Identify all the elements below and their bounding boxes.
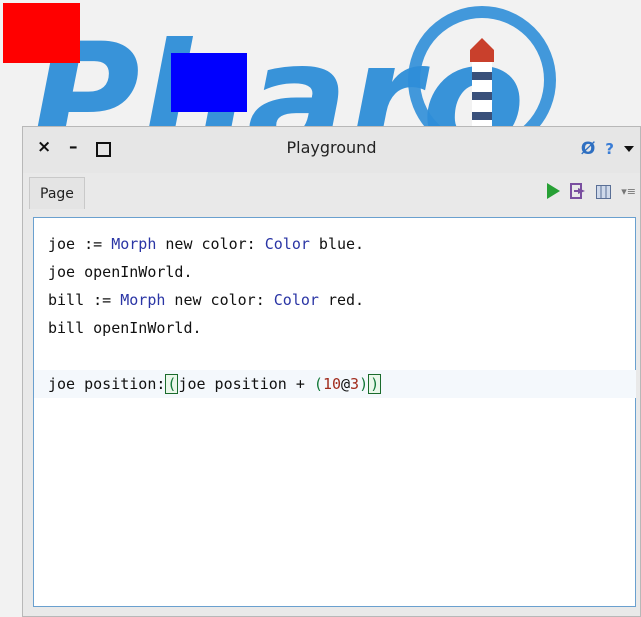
code-token: ): [359, 375, 369, 393]
code-line[interactable]: joe position:(joe position + (10@3)): [34, 370, 636, 398]
help-icon[interactable]: ?: [605, 140, 614, 158]
tab-bar: Page ▾≡: [23, 173, 640, 211]
code-token: blue.: [309, 235, 365, 253]
code-token: joe :=: [48, 235, 112, 253]
code-editor[interactable]: joe := Morph new color: Color blue. joe o…: [33, 217, 636, 607]
code-token: @: [341, 375, 351, 393]
code-token: 3: [350, 375, 360, 393]
code-line[interactable]: bill openInWorld.: [48, 314, 635, 342]
code-token: Color: [264, 235, 310, 253]
window-menu-icon[interactable]: [624, 146, 634, 152]
columns-icon[interactable]: [596, 184, 612, 199]
code-token: joe position:: [48, 375, 166, 393]
window-title: Playground: [286, 138, 377, 157]
code-token: ): [368, 374, 382, 394]
code-line[interactable]: joe openInWorld.: [48, 258, 635, 286]
window-titlebar[interactable]: × – Playground Ø ?: [23, 127, 640, 173]
code-token: joe position +: [178, 375, 314, 393]
code-text[interactable]: joe := Morph new color: Color blue. joe o…: [34, 218, 636, 398]
lighthouse-icon: [470, 38, 494, 130]
tab-page[interactable]: Page: [29, 177, 85, 209]
code-token: new color:: [165, 291, 274, 309]
tab-menu-icon[interactable]: ▾≡: [621, 185, 636, 198]
code-token: new color:: [156, 235, 265, 253]
code-token: Morph: [111, 235, 157, 253]
code-token: joe openInWorld.: [48, 263, 193, 281]
code-token: (: [165, 374, 179, 394]
code-token: Color: [273, 291, 319, 309]
code-token: bill :=: [48, 291, 121, 309]
code-line[interactable]: [48, 342, 635, 370]
code-token: (: [313, 375, 323, 393]
run-icon[interactable]: [547, 183, 561, 199]
code-token: bill openInWorld.: [48, 319, 202, 337]
code-token: Morph: [120, 291, 166, 309]
red-morph[interactable]: [3, 3, 80, 63]
refresh-icon[interactable]: Ø: [581, 139, 595, 159]
blue-morph[interactable]: [171, 53, 247, 112]
code-line[interactable]: bill := Morph new color: Color red.: [48, 286, 635, 314]
code-token: 10: [322, 375, 341, 393]
code-token: red.: [318, 291, 365, 309]
code-line[interactable]: joe := Morph new color: Color blue.: [48, 230, 635, 258]
playground-window: × – Playground Ø ? Page ▾≡ joe:= Morph …: [22, 126, 641, 617]
inspect-icon[interactable]: [570, 183, 586, 199]
